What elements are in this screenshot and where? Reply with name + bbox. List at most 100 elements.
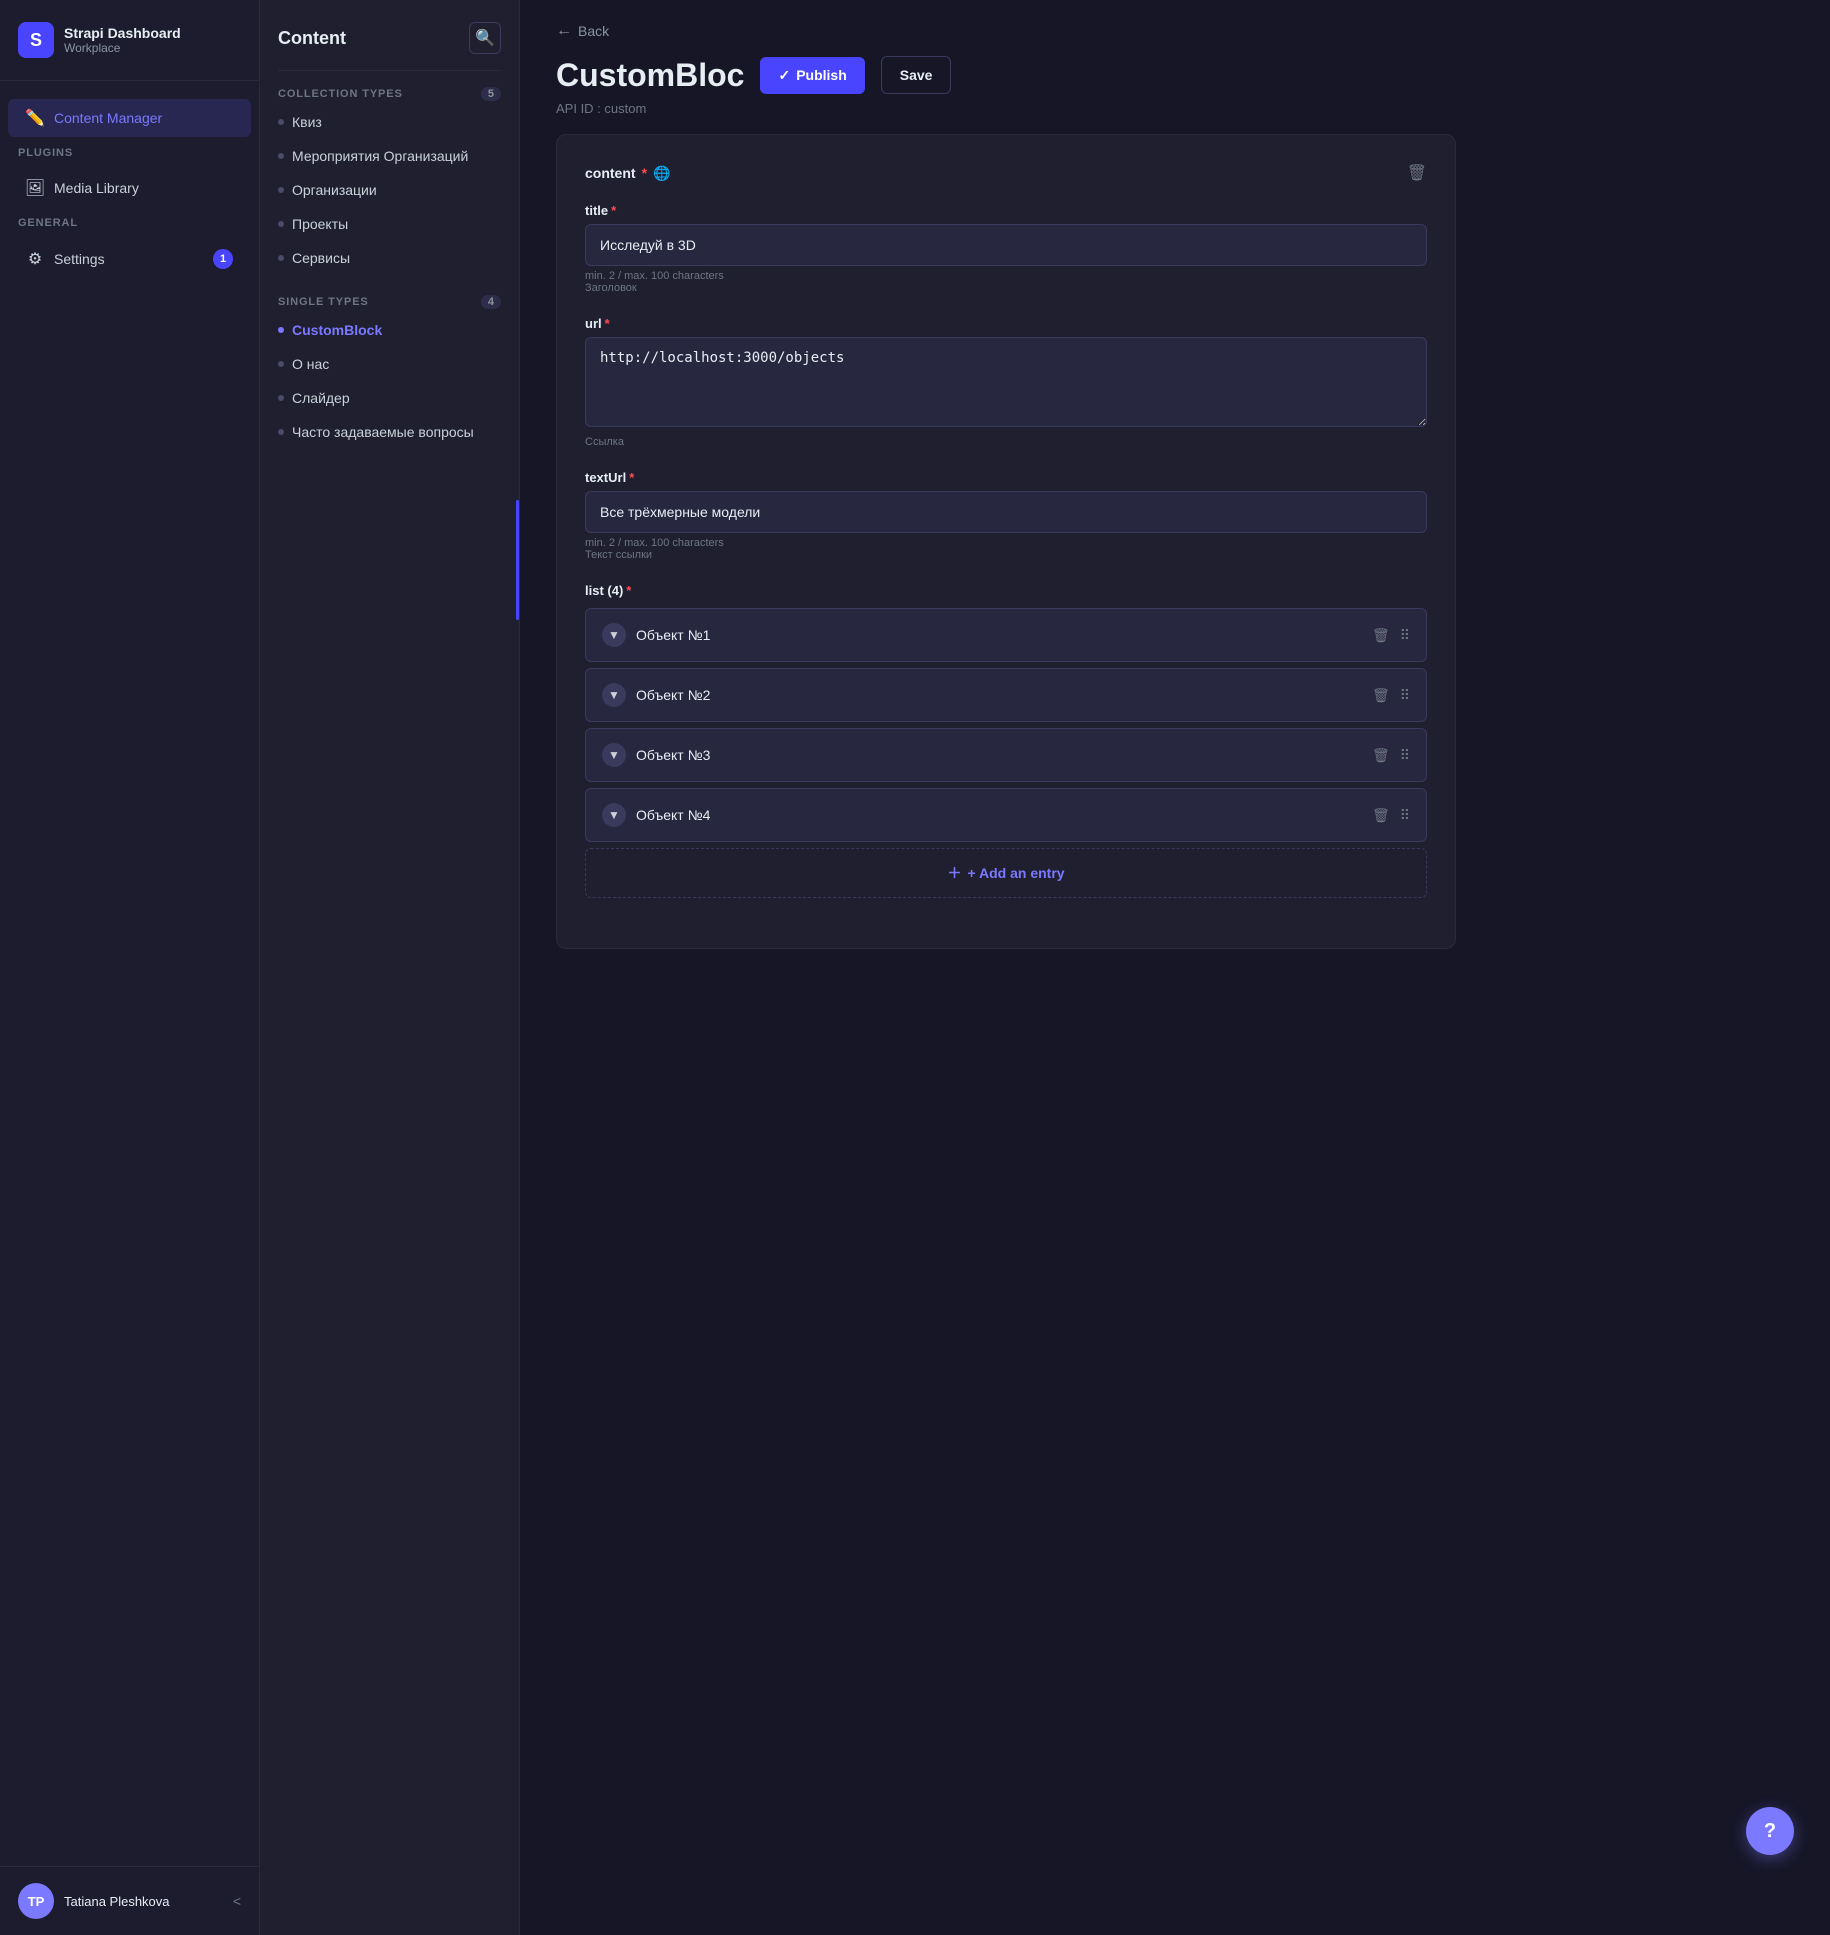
collapse-button[interactable]: <	[233, 1893, 241, 1909]
plugins-label: PLUGINS	[0, 139, 259, 167]
app-name: Strapi Dashboard	[64, 25, 181, 41]
general-label: GENERAL	[0, 209, 259, 237]
strapi-logo: S	[18, 22, 54, 58]
list-item: ▼ Объект №3 🗑 ⠿	[585, 728, 1427, 782]
url-hint: Ссылка	[585, 436, 1427, 448]
publish-button[interactable]: ✓ Publish	[760, 57, 864, 94]
collection-types-label: COLLECTION TYPES	[278, 88, 403, 100]
globe-icon: 🌐	[653, 165, 670, 182]
sidebar-footer: TP Tatiana Pleshkova <	[0, 1866, 259, 1935]
divider	[278, 70, 501, 71]
title-hint: min. 2 / max. 100 characters Заголовок	[585, 270, 1427, 294]
back-arrow-icon: ←	[556, 22, 572, 40]
list-item-2-trash[interactable]: 🗑	[1372, 687, 1390, 704]
list-item-4-drag[interactable]: ⠿	[1400, 807, 1410, 824]
form-card-header: content * 🌐 🗑	[585, 163, 1427, 183]
list-item-3-name: Объект №3	[636, 747, 1362, 763]
nav-meropriyatiya[interactable]: Мероприятия Организаций	[260, 139, 519, 173]
sidebar-header: S Strapi Dashboard Workplace	[0, 0, 259, 81]
main-content: content * 🌐 🗑 title * min. 2 / max. 100 …	[520, 134, 1830, 985]
list-item-1-name: Объект №1	[636, 627, 1362, 643]
list-item-2-drag[interactable]: ⠿	[1400, 687, 1410, 704]
sidebar-item-content-manager[interactable]: ✏️ Content Manager	[8, 99, 251, 137]
title-required: *	[611, 203, 616, 218]
list-item-4-actions: 🗑 ⠿	[1372, 807, 1410, 824]
form-card-label: content * 🌐	[585, 165, 670, 182]
bullet-slider	[278, 395, 284, 401]
content-panel-header: Content 🔍	[260, 0, 519, 64]
texturl-label: textUrl *	[585, 470, 1427, 485]
nav-o-nas[interactable]: О нас	[260, 347, 519, 381]
single-types-header: SINGLE TYPES 4	[260, 285, 519, 313]
search-button[interactable]: 🔍	[469, 22, 501, 54]
texturl-input[interactable]	[585, 491, 1427, 533]
list-item-1-drag[interactable]: ⠿	[1400, 627, 1410, 644]
list-item-1-actions: 🗑 ⠿	[1372, 627, 1410, 644]
list-item-1-trash[interactable]: 🗑	[1372, 627, 1390, 644]
bullet-kviz	[278, 119, 284, 125]
list-item-2-name: Объект №2	[636, 687, 1362, 703]
sidebar-item-media-library[interactable]: 🖼 Media Library	[8, 169, 251, 207]
main-area: ← Back CustomBloc ✓ Publish Save API ID …	[520, 0, 1830, 1935]
card-trash-icon[interactable]: 🗑	[1407, 163, 1427, 183]
required-star: *	[642, 165, 647, 181]
nav-customblock[interactable]: CustomBlock	[260, 313, 519, 347]
save-button[interactable]: Save	[881, 56, 952, 94]
bullet-o-nas	[278, 361, 284, 367]
settings-badge: 1	[213, 249, 233, 269]
api-id-row: API ID : custom	[520, 98, 1830, 134]
url-textarea[interactable]: http://localhost:3000/objects	[585, 337, 1427, 427]
single-types-count: 4	[481, 295, 501, 309]
list-item-3-actions: 🗑 ⠿	[1372, 747, 1410, 764]
plus-icon: ＋	[947, 863, 961, 883]
main-title-row: CustomBloc ✓ Publish Save	[520, 50, 1830, 98]
list-item: ▼ Объект №1 🗑 ⠿	[585, 608, 1427, 662]
page-title: CustomBloc	[556, 57, 744, 94]
nav-faq[interactable]: Часто задаваемые вопросы	[260, 415, 519, 449]
list-item-3-trash[interactable]: 🗑	[1372, 747, 1390, 764]
help-bubble[interactable]: ?	[1746, 1807, 1794, 1855]
list-item-4-trash[interactable]: 🗑	[1372, 807, 1390, 824]
sidebar-title-block: Strapi Dashboard Workplace	[64, 25, 181, 55]
media-library-icon: 🖼	[26, 179, 44, 197]
title-input[interactable]	[585, 224, 1427, 266]
bullet-meropriyatiya	[278, 153, 284, 159]
url-required: *	[605, 316, 610, 331]
user-name: Tatiana Pleshkova	[64, 1894, 223, 1909]
app-sub: Workplace	[64, 41, 181, 55]
list-item-3-drag[interactable]: ⠿	[1400, 747, 1410, 764]
list-item-2-chevron[interactable]: ▼	[602, 683, 626, 707]
list-item-1-chevron[interactable]: ▼	[602, 623, 626, 647]
list-item-4-chevron[interactable]: ▼	[602, 803, 626, 827]
collection-types-count: 5	[481, 87, 501, 101]
sidebar: S Strapi Dashboard Workplace ✏️ Content …	[0, 0, 260, 1935]
title-field-group: title * min. 2 / max. 100 characters Заг…	[585, 203, 1427, 294]
scroll-indicator	[516, 500, 519, 620]
nav-servisy[interactable]: Сервисы	[260, 241, 519, 275]
texturl-hint: min. 2 / max. 100 characters Текст ссылк…	[585, 537, 1427, 561]
collection-types-header: COLLECTION TYPES 5	[260, 77, 519, 105]
checkmark-icon: ✓	[778, 67, 790, 84]
nav-slider[interactable]: Слайдер	[260, 381, 519, 415]
list-item: ▼ Объект №2 🗑 ⠿	[585, 668, 1427, 722]
texturl-required: *	[629, 470, 634, 485]
single-types-label: SINGLE TYPES	[278, 296, 369, 308]
list-label: list (4) *	[585, 583, 1427, 598]
add-entry-button[interactable]: ＋ + Add an entry	[585, 848, 1427, 898]
api-id: API ID : custom	[556, 101, 646, 116]
texturl-field-group: textUrl * min. 2 / max. 100 characters Т…	[585, 470, 1427, 561]
nav-proekty[interactable]: Проекты	[260, 207, 519, 241]
main-topbar: ← Back	[520, 0, 1830, 50]
bullet-servisy	[278, 255, 284, 261]
nav-kviz[interactable]: Квиз	[260, 105, 519, 139]
content-panel: Content 🔍 COLLECTION TYPES 5 Квиз Меропр…	[260, 0, 520, 1935]
bullet-customblock	[278, 327, 284, 333]
list-items: ▼ Объект №1 🗑 ⠿ ▼ Объект №2 🗑 ⠿	[585, 608, 1427, 842]
list-item-3-chevron[interactable]: ▼	[602, 743, 626, 767]
back-link[interactable]: ← Back	[556, 22, 609, 40]
nav-organizatsii[interactable]: Организации	[260, 173, 519, 207]
url-label: url *	[585, 316, 1427, 331]
bullet-faq	[278, 429, 284, 435]
sidebar-item-settings[interactable]: ⚙ Settings 1	[8, 239, 251, 279]
content-manager-icon: ✏️	[26, 109, 44, 127]
